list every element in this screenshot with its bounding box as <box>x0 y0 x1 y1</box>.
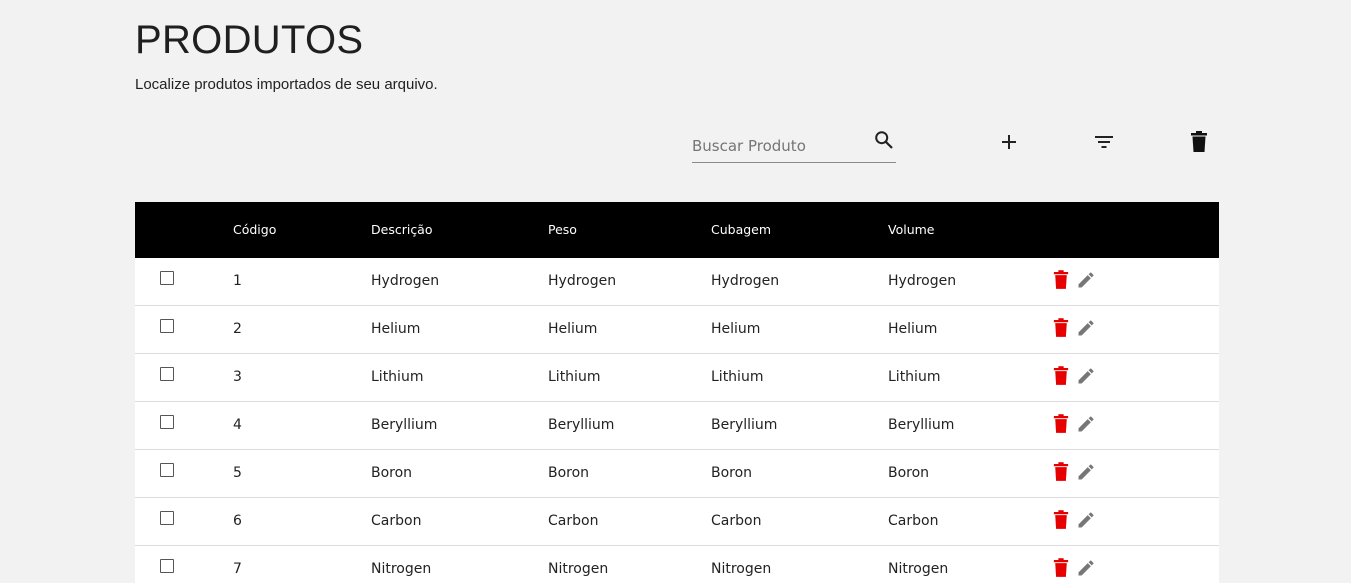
cell-peso: Helium <box>548 321 598 337</box>
cell-cubagem: Helium <box>711 321 761 337</box>
cell-descricao: Lithium <box>371 369 424 385</box>
row-checkbox[interactable] <box>160 367 174 381</box>
row-checkbox[interactable] <box>160 463 174 477</box>
cell-peso: Boron <box>548 465 590 481</box>
cell-codigo: 5 <box>233 465 242 481</box>
cell-descricao: Boron <box>371 465 413 481</box>
row-edit-icon[interactable] <box>1076 462 1096 482</box>
table-row: 4 Beryllium Beryllium Beryllium Beryllium <box>135 402 1219 450</box>
row-delete-icon[interactable] <box>1053 558 1073 578</box>
cell-descricao: Nitrogen <box>371 561 432 577</box>
cell-cubagem: Beryllium <box>711 417 778 433</box>
column-header-descricao[interactable]: Descrição <box>371 222 433 237</box>
cell-codigo: 6 <box>233 513 242 529</box>
search-icon[interactable] <box>873 129 895 151</box>
row-edit-icon[interactable] <box>1076 270 1096 290</box>
cell-volume: Lithium <box>888 369 941 385</box>
table-row: 5 Boron Boron Boron Boron <box>135 450 1219 498</box>
row-delete-icon[interactable] <box>1053 414 1073 434</box>
cell-codigo: 2 <box>233 321 242 337</box>
cell-peso: Lithium <box>548 369 601 385</box>
search-field <box>692 128 896 163</box>
cell-codigo: 4 <box>233 417 242 433</box>
cell-volume: Hydrogen <box>888 273 957 289</box>
cell-peso: Hydrogen <box>548 273 617 289</box>
row-checkbox[interactable] <box>160 415 174 429</box>
row-delete-icon[interactable] <box>1053 510 1073 530</box>
row-checkbox[interactable] <box>160 271 174 285</box>
row-edit-icon[interactable] <box>1076 366 1096 386</box>
filter-icon <box>1094 134 1114 155</box>
cell-cubagem: Boron <box>711 465 753 481</box>
table-row: 2 Helium Helium Helium Helium <box>135 306 1219 354</box>
table-row: 7 Nitrogen Nitrogen Nitrogen Nitrogen <box>135 546 1219 583</box>
products-table: Código Descrição Peso Cubagem Volume 1 Hy… <box>135 202 1219 583</box>
row-delete-icon[interactable] <box>1053 462 1073 482</box>
cell-volume: Helium <box>888 321 938 337</box>
search-input[interactable] <box>692 134 862 158</box>
cell-cubagem: Carbon <box>711 513 762 529</box>
column-header-codigo[interactable]: Código <box>233 222 276 237</box>
cell-peso: Nitrogen <box>548 561 609 577</box>
cell-codigo: 7 <box>233 561 242 577</box>
products-page: PRODUTOS Localize produtos importados de… <box>0 0 1351 583</box>
cell-peso: Beryllium <box>548 417 615 433</box>
table-header: Código Descrição Peso Cubagem Volume <box>135 202 1219 258</box>
row-delete-icon[interactable] <box>1053 366 1073 386</box>
table-row: 1 Hydrogen Hydrogen Hydrogen Hydrogen <box>135 258 1219 306</box>
row-checkbox[interactable] <box>160 511 174 525</box>
row-edit-icon[interactable] <box>1076 414 1096 434</box>
row-edit-icon[interactable] <box>1076 318 1096 338</box>
cell-codigo: 3 <box>233 369 242 385</box>
cell-descricao: Beryllium <box>371 417 438 433</box>
row-checkbox[interactable] <box>160 319 174 333</box>
cell-descricao: Carbon <box>371 513 422 529</box>
row-delete-icon[interactable] <box>1053 318 1073 338</box>
cell-volume: Carbon <box>888 513 939 529</box>
table-row: 6 Carbon Carbon Carbon Carbon <box>135 498 1219 546</box>
cell-volume: Beryllium <box>888 417 955 433</box>
add-button[interactable] <box>996 131 1022 157</box>
cell-volume: Nitrogen <box>888 561 949 577</box>
row-delete-icon[interactable] <box>1053 270 1073 290</box>
cell-peso: Carbon <box>548 513 599 529</box>
column-header-peso[interactable]: Peso <box>548 222 577 237</box>
cell-cubagem: Nitrogen <box>711 561 772 577</box>
page-title: PRODUTOS <box>135 18 364 62</box>
row-edit-icon[interactable] <box>1076 510 1096 530</box>
delete-all-button[interactable] <box>1186 130 1212 158</box>
table-row: 3 Lithium Lithium Lithium Lithium <box>135 354 1219 402</box>
cell-volume: Boron <box>888 465 930 481</box>
cell-cubagem: Hydrogen <box>711 273 780 289</box>
add-icon <box>1000 133 1018 156</box>
cell-codigo: 1 <box>233 273 242 289</box>
cell-cubagem: Lithium <box>711 369 764 385</box>
cell-descricao: Helium <box>371 321 421 337</box>
table-body: 1 Hydrogen Hydrogen Hydrogen Hydrogen 2 Helium… <box>135 258 1219 583</box>
column-header-cubagem[interactable]: Cubagem <box>711 222 771 237</box>
filter-button[interactable] <box>1091 131 1117 157</box>
row-checkbox[interactable] <box>160 559 174 573</box>
trash-icon <box>1190 130 1208 158</box>
cell-descricao: Hydrogen <box>371 273 440 289</box>
row-edit-icon[interactable] <box>1076 558 1096 578</box>
column-header-volume[interactable]: Volume <box>888 222 935 237</box>
page-subtitle: Localize produtos importados de seu arqu… <box>135 76 438 93</box>
